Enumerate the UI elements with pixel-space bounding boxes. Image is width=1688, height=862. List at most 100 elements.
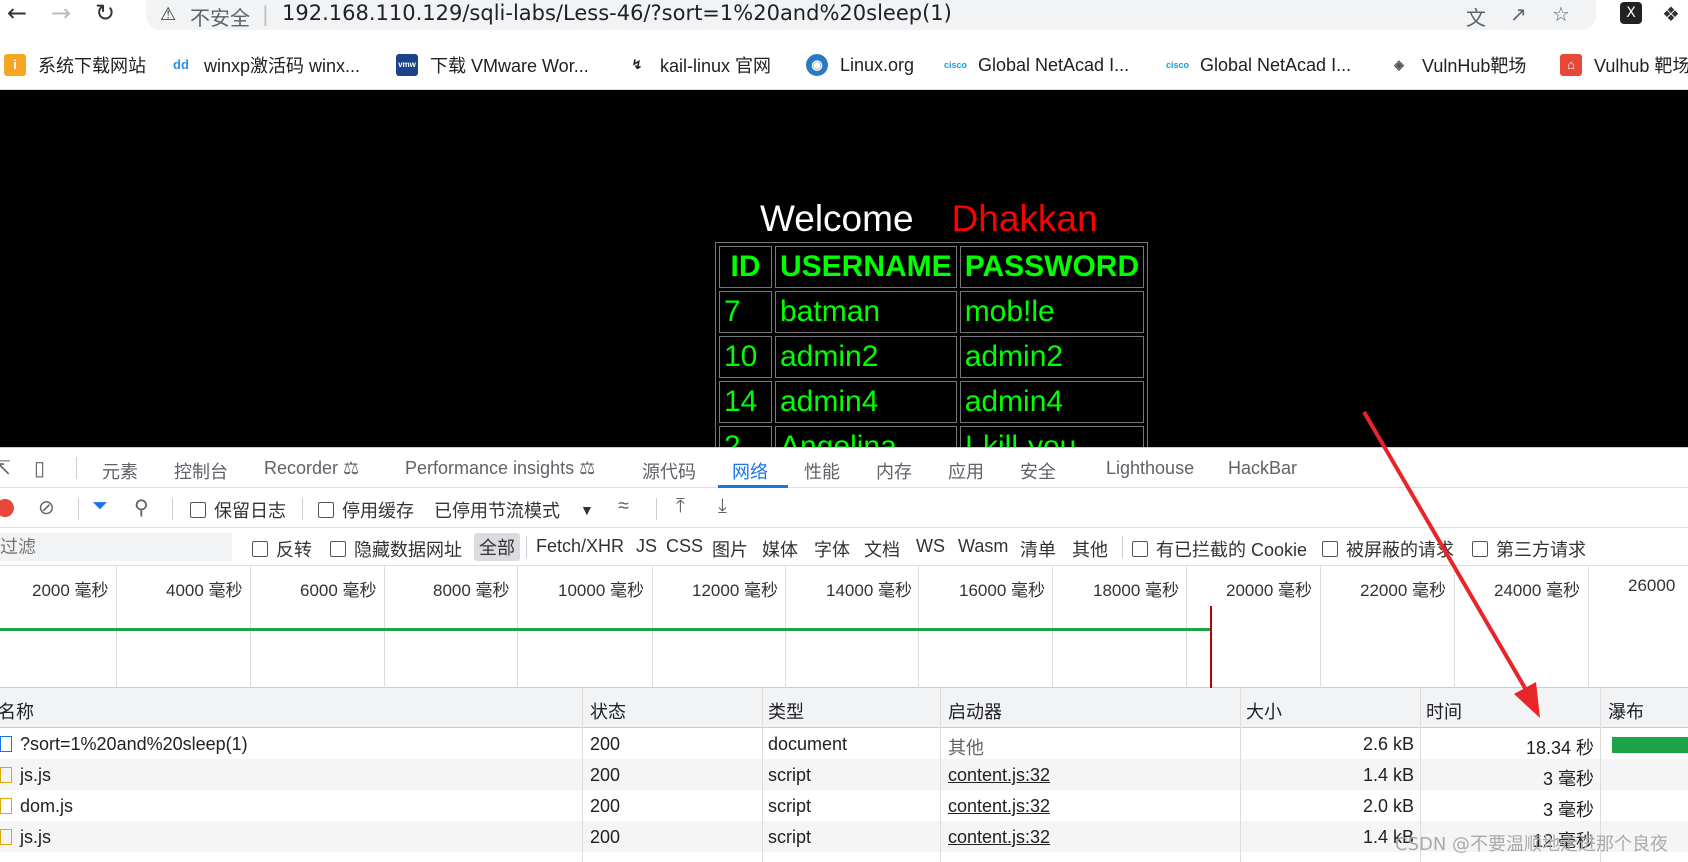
divider (76, 457, 77, 479)
preserve-log-checkbox[interactable]: 保留日志 (190, 497, 286, 523)
star-icon[interactable]: ☆ (1552, 2, 1570, 26)
filter-type-other[interactable]: 其他 (1072, 536, 1108, 562)
upload-har-icon[interactable]: ⤒ (676, 495, 685, 518)
filter-type-all[interactable]: 全部 (474, 533, 520, 561)
request-name-text: js.js (20, 827, 51, 847)
bookmark-item[interactable]: ◉ Linux.org (806, 50, 914, 80)
tab-network[interactable]: 网络 (732, 458, 768, 484)
record-icon[interactable] (0, 499, 14, 517)
bookmark-item[interactable]: dd winxp激活码 winx... (170, 50, 360, 80)
blocked-requests-checkbox[interactable]: 被屏蔽的请求 (1322, 536, 1454, 562)
extension-x-icon[interactable]: X (1620, 2, 1642, 24)
tab-application[interactable]: 应用 (948, 458, 984, 484)
filter-type-wasm[interactable]: Wasm (958, 536, 1008, 557)
bookmark-item[interactable]: cisco Global NetAcad I... (944, 50, 1129, 80)
blocked-cookies-checkbox[interactable]: 有已拦截的 Cookie (1132, 536, 1307, 562)
column-divider[interactable] (582, 688, 583, 862)
tab-elements[interactable]: 元素 (102, 458, 138, 484)
insecure-label[interactable]: 不安全 (190, 2, 250, 31)
url-text[interactable]: 192.168.110.129/sqli-labs/Less-46/?sort=… (282, 1, 952, 25)
download-har-icon[interactable]: ⤓ (718, 495, 727, 518)
tab-security[interactable]: 安全 (1020, 458, 1056, 484)
puzzle-extensions-icon[interactable]: ❖ (1662, 2, 1680, 26)
filter-type-js[interactable]: JS (636, 536, 657, 557)
search-icon[interactable]: ⚲ (134, 495, 149, 520)
table-row[interactable]: dom.js 200 script content.js:32 2.0 kB 3… (0, 790, 1688, 821)
tab-performance-insights[interactable]: Performance insights ⚖ (405, 458, 595, 479)
globe-icon: ◉ (806, 54, 828, 76)
filter-type-fetch-xhr[interactable]: Fetch/XHR (536, 536, 624, 557)
welcome-text: Welcome (760, 198, 914, 239)
filter-type-manifest[interactable]: 清单 (1020, 536, 1056, 562)
filter-input[interactable] (0, 533, 232, 561)
request-initiator-link[interactable]: content.js:32 (948, 827, 1050, 848)
cisco-icon: cisco (944, 54, 967, 76)
request-initiator-link[interactable]: content.js:32 (948, 796, 1050, 817)
forward-arrow-icon[interactable]: → (44, 0, 78, 30)
reload-icon[interactable]: ↻ (88, 0, 122, 30)
checkbox-label: 被屏蔽的请求 (1346, 540, 1454, 560)
tab-performance[interactable]: 性能 (804, 458, 840, 484)
column-header-initiator[interactable]: 启动器 (948, 698, 1002, 724)
column-header-type[interactable]: 类型 (768, 698, 804, 724)
column-divider[interactable] (1240, 688, 1241, 862)
disable-cache-checkbox[interactable]: 停用缓存 (318, 497, 414, 523)
filter-type-css[interactable]: CSS (666, 536, 703, 557)
cell-password: admin2 (959, 336, 1145, 378)
column-divider[interactable] (940, 688, 941, 862)
back-arrow-icon[interactable]: ← (0, 0, 34, 30)
bookmark-label: VulnHub靶场 (1422, 56, 1527, 76)
share-icon[interactable]: ↗ (1510, 2, 1527, 26)
tab-console[interactable]: 控制台 (174, 458, 228, 484)
warning-triangle-icon[interactable]: ⚠ (160, 4, 176, 25)
request-status: 200 (590, 827, 621, 847)
throttling-select[interactable]: 已停用节流模式 ▼ (434, 497, 594, 523)
tab-hackbar[interactable]: HackBar (1228, 458, 1297, 479)
kali-dragon-icon: ↯ (626, 54, 648, 76)
bookmark-item[interactable]: vmw 下载 VMware Wor... (396, 50, 589, 80)
column-divider[interactable] (762, 688, 763, 862)
filter-type-img[interactable]: 图片 (712, 536, 748, 562)
invert-checkbox[interactable]: 反转 (252, 536, 312, 562)
filter-type-ws[interactable]: WS (916, 536, 945, 557)
third-party-checkbox[interactable]: 第三方请求 (1472, 536, 1586, 562)
request-initiator-link[interactable]: content.js:32 (948, 765, 1050, 786)
table-row[interactable]: js.js 200 script content.js:32 1.4 kB 3 … (0, 759, 1688, 790)
clear-icon[interactable]: ⊘ (38, 495, 55, 520)
bookmark-item[interactable]: ↯ kail-linux 官网 (626, 50, 771, 80)
column-header-time[interactable]: 时间 (1426, 698, 1462, 724)
hide-data-urls-checkbox[interactable]: 隐藏数据网址 (330, 536, 462, 562)
timeline-gridline (1454, 566, 1455, 688)
column-header: ID (719, 246, 772, 288)
cell-username: batman (775, 291, 957, 333)
translate-icon[interactable]: 文 (1466, 2, 1486, 31)
bookmark-item[interactable]: ⌂ Vulhub 靶场 (1560, 50, 1688, 80)
cell-id: 2 (719, 426, 772, 447)
tab-recorder[interactable]: Recorder ⚖ (264, 458, 359, 479)
filter-type-media[interactable]: 媒体 (762, 536, 798, 562)
tab-sources[interactable]: 源代码 (642, 458, 696, 484)
column-header-size[interactable]: 大小 (1246, 698, 1282, 724)
network-conditions-wifi-icon[interactable]: ≈ (618, 495, 629, 518)
bookmark-item[interactable]: i 系统下载网站 (4, 50, 146, 80)
bookmark-label: 下载 VMware Wor... (430, 56, 589, 76)
tab-memory[interactable]: 内存 (876, 458, 912, 484)
column-header-status[interactable]: 状态 (590, 698, 626, 724)
request-status: 200 (590, 734, 621, 754)
request-type: script (768, 827, 812, 847)
column-header-name[interactable]: 名称 (0, 698, 34, 724)
cell-id: 7 (719, 291, 772, 333)
bookmark-item[interactable]: ◈ VulnHub靶场 (1388, 50, 1526, 80)
table-row[interactable]: ?sort=1%20and%20sleep(1) 200 document 其他… (0, 728, 1688, 759)
device-toolbar-icon[interactable]: ▯ (34, 456, 45, 481)
filter-type-font[interactable]: 字体 (814, 536, 850, 562)
tab-lighthouse[interactable]: Lighthouse (1106, 458, 1194, 479)
filter-funnel-icon[interactable]: ⏷ (92, 495, 108, 518)
inspect-cursor-icon[interactable]: ⇱ (0, 456, 11, 481)
column-header-waterfall[interactable]: 瀑布 (1608, 698, 1644, 724)
filter-type-doc[interactable]: 文档 (864, 536, 900, 562)
request-type: script (768, 796, 812, 816)
omnibox[interactable]: ⚠ 不安全 | 192.168.110.129/sqli-labs/Less-4… (146, 0, 1596, 30)
network-timeline-overview[interactable]: 2000 毫秒 4000 毫秒 6000 毫秒 8000 毫秒 10000 毫秒… (0, 566, 1688, 688)
bookmark-item[interactable]: cisco Global NetAcad I... (1166, 50, 1351, 80)
